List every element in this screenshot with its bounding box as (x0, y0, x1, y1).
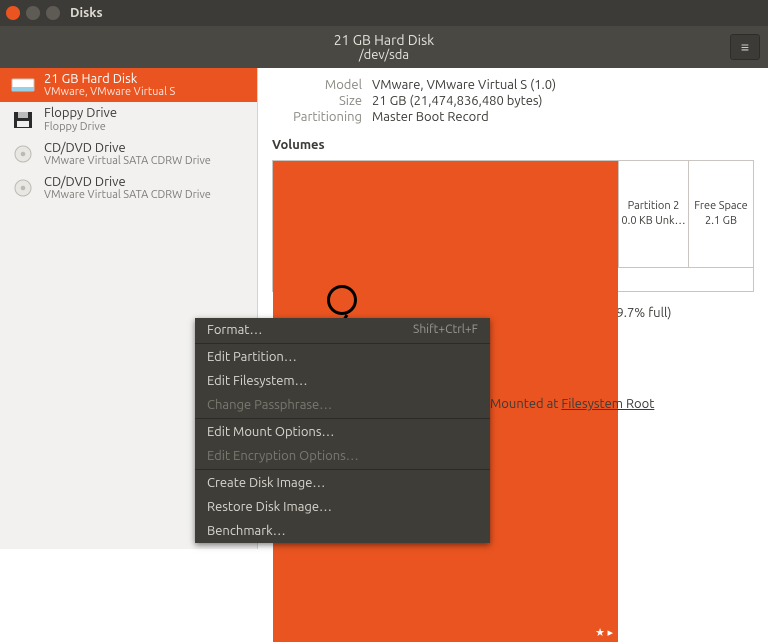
size-value: 21 GB (21,474,836,480 bytes) (372, 94, 754, 108)
header: 21 GB Hard Disk /dev/sda ≡ (0, 26, 768, 68)
filesystem-root-link[interactable]: Filesystem Root (561, 397, 654, 411)
partition-free[interactable]: Free Space 2.1 GB (688, 161, 753, 267)
disc-icon (10, 143, 36, 165)
menu-change-passphrase: Change Passphrase… (195, 393, 490, 417)
floppy-icon (10, 109, 36, 131)
window-minimize-button[interactable] (26, 6, 40, 20)
window-maximize-button[interactable] (46, 6, 60, 20)
sidebar-item-title: CD/DVD Drive (44, 141, 211, 155)
menu-format-shortcut: Shift+Ctrl+F (413, 323, 478, 336)
partition-name: Partition 2 (628, 199, 680, 214)
menu-edit-partition[interactable]: Edit Partition… (195, 345, 490, 369)
partition-label: 2.1 GB (705, 214, 737, 229)
menu-create-disk-image[interactable]: Create Disk Image… (195, 471, 490, 495)
window-close-button[interactable] (6, 6, 20, 20)
size-label: Size (272, 94, 362, 108)
partitioning-label: Partitioning (272, 110, 362, 124)
star-icon: ★ ▸ (595, 626, 613, 639)
sidebar-item-subtitle: VMware Virtual SATA CDRW Drive (44, 189, 211, 201)
sidebar-item-subtitle: VMware, VMware Virtual S (44, 86, 175, 98)
disc-icon (10, 177, 36, 199)
volumes-box: ROOT_PART Partition 1 19 GB Ext4 ★ ▸ Par… (272, 160, 754, 268)
sidebar-item-title: Floppy Drive (44, 106, 117, 120)
partitioning-value: Master Boot Record (372, 110, 754, 124)
menu-format[interactable]: Format… Shift+Ctrl+F (195, 318, 490, 342)
model-label: Model (272, 78, 362, 92)
sidebar-item-subtitle: Floppy Drive (44, 121, 117, 133)
header-subtitle: /dev/sda (0, 48, 768, 62)
hamburger-menu-button[interactable]: ≡ (730, 34, 760, 60)
mounted-at: Mounted at Filesystem Root (490, 397, 654, 411)
sidebar-item-title: CD/DVD Drive (44, 175, 211, 189)
sidebar-item-floppy[interactable]: Floppy Drive Floppy Drive (0, 102, 257, 136)
partition-name: Free Space (694, 199, 747, 214)
menu-edit-encryption-options: Edit Encryption Options… (195, 444, 490, 468)
sidebar-item-hard-disk[interactable]: 21 GB Hard Disk VMware, VMware Virtual S (0, 68, 257, 102)
hard-disk-icon (10, 74, 36, 96)
context-menu: Format… Shift+Ctrl+F Edit Partition… Edi… (195, 318, 490, 543)
sidebar-item-title: 21 GB Hard Disk (44, 72, 175, 86)
window-title: Disks (70, 6, 103, 20)
partition-label: 0.0 KB Unk… (621, 214, 685, 229)
model-value: VMware, VMware Virtual S (1.0) (372, 78, 754, 92)
menu-edit-filesystem[interactable]: Edit Filesystem… (195, 369, 490, 393)
volumes-heading: Volumes (272, 138, 754, 152)
sidebar-item-subtitle: VMware Virtual SATA CDRW Drive (44, 155, 211, 167)
partition-2[interactable]: Partition 2 0.0 KB Unk… (618, 161, 688, 267)
menu-benchmark[interactable]: Benchmark… (195, 519, 490, 543)
header-title: 21 GB Hard Disk (0, 32, 768, 48)
titlebar: Disks (0, 0, 768, 26)
sidebar-item-cdrom-1[interactable]: CD/DVD Drive VMware Virtual SATA CDRW Dr… (0, 137, 257, 171)
menu-edit-mount-options[interactable]: Edit Mount Options… (195, 420, 490, 444)
sidebar-item-cdrom-2[interactable]: CD/DVD Drive VMware Virtual SATA CDRW Dr… (0, 171, 257, 205)
menu-restore-disk-image[interactable]: Restore Disk Image… (195, 495, 490, 519)
